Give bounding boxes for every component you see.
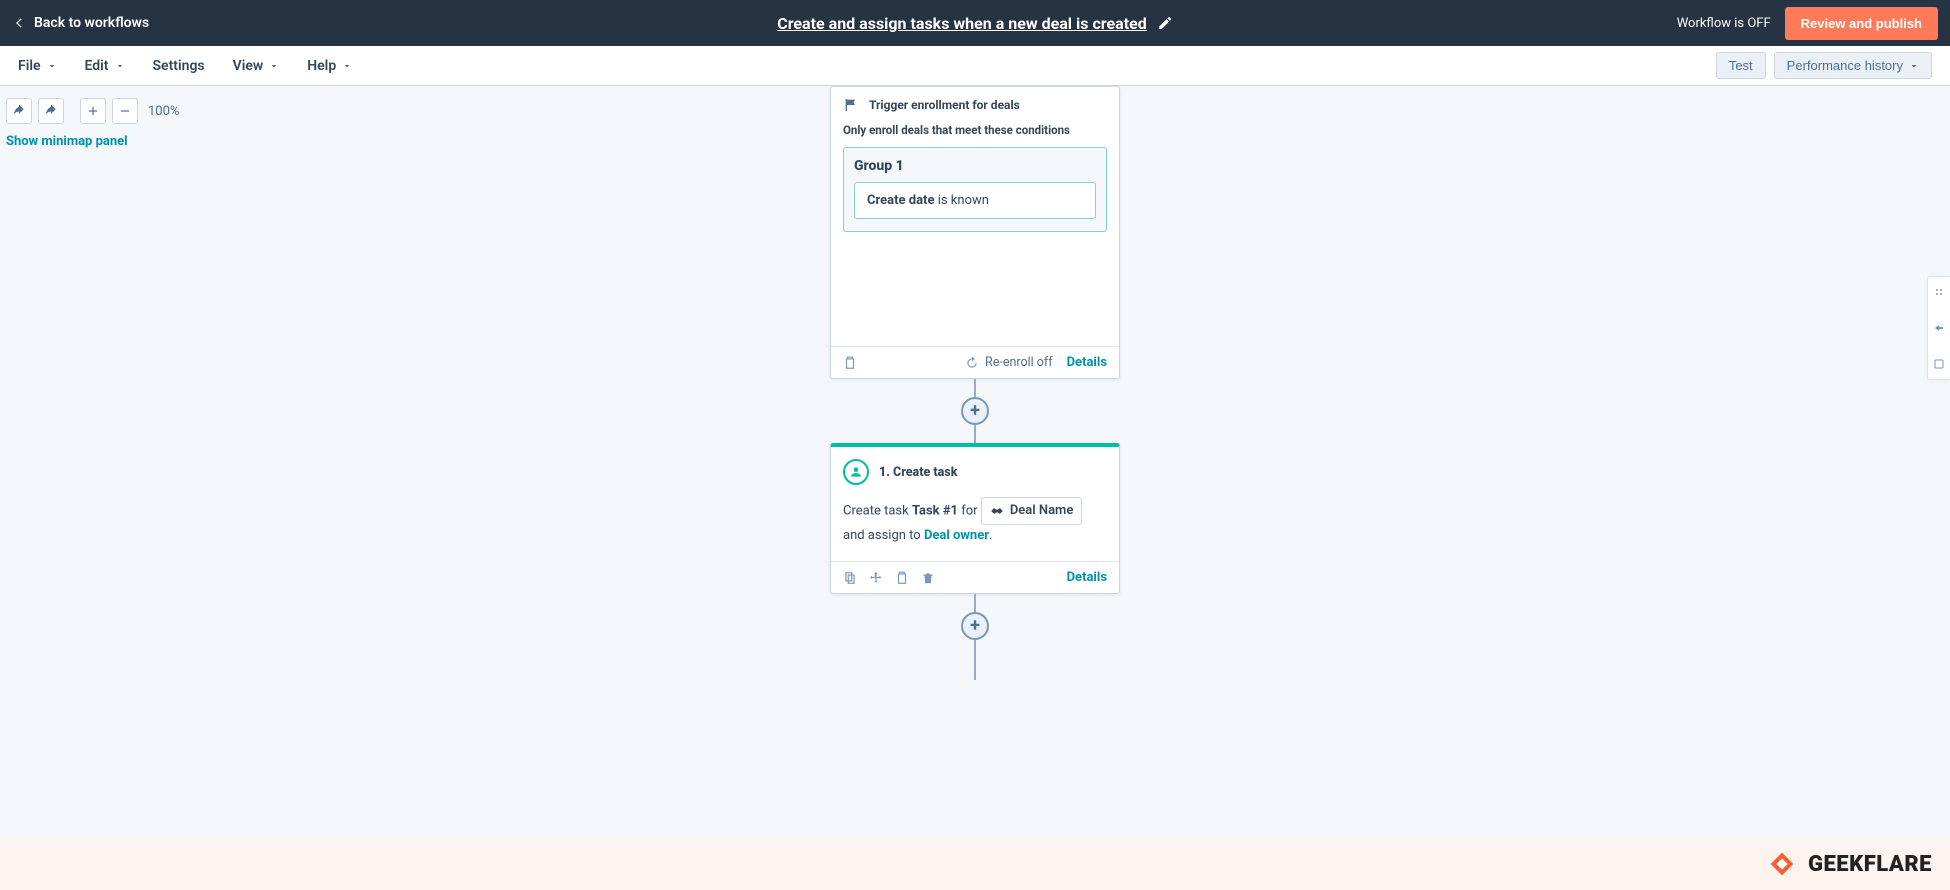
review-publish-button[interactable]: Review and publish xyxy=(1785,7,1938,40)
trigger-group[interactable]: Group 1 Create date is known xyxy=(843,147,1107,232)
menu-settings[interactable]: Settings xyxy=(153,58,205,74)
action-title: 1. Create task xyxy=(879,465,957,480)
zoom-level: 100% xyxy=(148,104,179,119)
menu-file[interactable]: File xyxy=(18,58,57,74)
dock-settings-icon[interactable] xyxy=(1932,357,1946,371)
edit-title-icon[interactable] xyxy=(1157,15,1173,31)
clipboard-icon[interactable] xyxy=(843,356,857,370)
undo-icon xyxy=(12,104,26,118)
menu-edit[interactable]: Edit xyxy=(85,58,125,74)
chevron-down-icon xyxy=(1909,61,1919,71)
task-name: Task #1 xyxy=(912,503,958,518)
menu-help[interactable]: Help xyxy=(307,58,352,74)
watermark: GEEKFLARE xyxy=(1766,848,1932,880)
geekflare-logo-icon xyxy=(1766,848,1798,880)
dock-arrow-icon[interactable] xyxy=(1932,321,1946,335)
trigger-card[interactable]: Trigger enrollment for deals Only enroll… xyxy=(830,86,1120,379)
canvas[interactable]: 100% Show minimap panel Trigger enrollme… xyxy=(0,86,1950,890)
redo-icon xyxy=(44,104,58,118)
trigger-footer: Re-enroll off Details xyxy=(831,346,1119,378)
chevron-left-icon xyxy=(12,16,26,30)
action-body-for: for xyxy=(958,503,981,518)
redo-button[interactable] xyxy=(38,98,64,124)
menu-view-label: View xyxy=(233,58,264,74)
menu-settings-label: Settings xyxy=(153,58,205,74)
undo-button[interactable] xyxy=(6,98,32,124)
reenroll-toggle[interactable]: Re-enroll off xyxy=(965,355,1053,370)
zoom-in-button[interactable] xyxy=(80,98,106,124)
trigger-details-link[interactable]: Details xyxy=(1067,355,1107,370)
top-bar: Back to workflows Create and assign task… xyxy=(0,0,1950,46)
condition-box[interactable]: Create date is known xyxy=(854,182,1096,219)
trigger-head: Trigger enrollment for deals xyxy=(831,87,1119,123)
bottom-strip xyxy=(0,838,1950,890)
action-assign-prefix: and assign to xyxy=(843,528,924,543)
canvas-toolbar: 100% Show minimap panel xyxy=(6,98,179,149)
assignee-link[interactable]: Deal owner xyxy=(924,528,989,543)
show-minimap-link[interactable]: Show minimap panel xyxy=(6,134,128,149)
test-button[interactable]: Test xyxy=(1716,52,1766,79)
back-label: Back to workflows xyxy=(34,15,149,31)
back-to-workflows-link[interactable]: Back to workflows xyxy=(12,15,149,31)
menu-edit-label: Edit xyxy=(85,58,109,74)
chevron-down-icon xyxy=(342,61,352,71)
menu-help-label: Help xyxy=(307,58,336,74)
token-label: Deal Name xyxy=(1010,500,1074,522)
dock-grip-icon[interactable] xyxy=(1932,285,1946,299)
flag-icon xyxy=(843,97,859,113)
deal-name-token[interactable]: Deal Name xyxy=(981,497,1083,525)
trash-icon[interactable] xyxy=(921,571,935,585)
chevron-down-icon xyxy=(115,61,125,71)
menu-file-label: File xyxy=(18,58,41,74)
workflow-flow: Trigger enrollment for deals Only enroll… xyxy=(830,86,1120,680)
move-icon[interactable] xyxy=(869,571,883,585)
menu-right: Test Performance history xyxy=(1716,52,1932,79)
refresh-icon xyxy=(965,356,979,370)
action-card[interactable]: 1. Create task Create task Task #1 for D… xyxy=(830,443,1120,594)
zoom-out-button[interactable] xyxy=(112,98,138,124)
add-step-button[interactable]: + xyxy=(961,397,989,425)
performance-history-button[interactable]: Performance history xyxy=(1774,52,1932,79)
action-footer: Details xyxy=(831,561,1119,593)
action-details-link[interactable]: Details xyxy=(1067,570,1107,585)
handshake-icon xyxy=(990,504,1004,518)
action-body: Create task Task #1 for Deal Name and as… xyxy=(831,497,1119,561)
action-body-prefix: Create task xyxy=(843,503,912,518)
create-task-icon xyxy=(843,459,869,485)
plus-icon xyxy=(86,104,100,118)
clipboard-icon[interactable] xyxy=(895,571,909,585)
performance-history-label: Performance history xyxy=(1787,58,1903,73)
connector xyxy=(974,425,976,443)
people-icon xyxy=(849,465,863,479)
right-dock xyxy=(1927,276,1950,380)
chevron-down-icon xyxy=(47,61,57,71)
group-title: Group 1 xyxy=(854,158,1096,174)
workflow-status: Workflow is OFF xyxy=(1677,16,1771,31)
connector xyxy=(974,640,976,680)
watermark-text: GEEKFLARE xyxy=(1808,852,1932,877)
condition-property: Create date xyxy=(867,193,934,208)
copy-icon[interactable] xyxy=(843,571,857,585)
connector xyxy=(974,594,976,612)
title-wrap: Create and assign tasks when a new deal … xyxy=(777,14,1173,33)
menu-view[interactable]: View xyxy=(233,58,280,74)
connector xyxy=(974,379,976,397)
trigger-head-title: Trigger enrollment for deals xyxy=(869,98,1020,112)
condition-operator: is known xyxy=(934,193,988,208)
workflow-title[interactable]: Create and assign tasks when a new deal … xyxy=(777,14,1147,33)
reenroll-label: Re-enroll off xyxy=(985,355,1053,370)
chevron-down-icon xyxy=(269,61,279,71)
trigger-subtitle: Only enroll deals that meet these condit… xyxy=(831,123,1119,147)
menu-bar: File Edit Settings View Help Test Perfor… xyxy=(0,46,1950,86)
minus-icon xyxy=(118,104,132,118)
add-step-button[interactable]: + xyxy=(961,612,989,640)
action-head: 1. Create task xyxy=(831,447,1119,497)
header-right: Workflow is OFF Review and publish xyxy=(1677,7,1938,40)
